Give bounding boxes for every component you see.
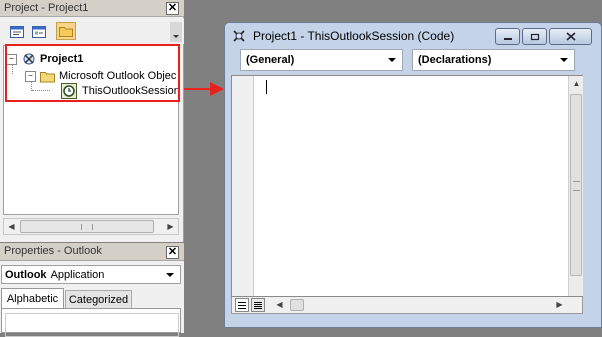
code-window: Project1 - ThisOutlookSession (Code) (Ge… [224,22,602,328]
close-icon[interactable]: ✕ [166,246,179,259]
procedure-combo[interactable]: (Declarations) [412,49,575,71]
procedure-view-button[interactable] [235,298,249,312]
view-code-button[interactable] [7,23,27,41]
view-object-icon [32,26,46,38]
procedure-combo-value: (Declarations) [418,54,492,66]
folder-icon [59,27,73,37]
chevron-down-icon[interactable] [388,58,396,62]
scroll-right-icon[interactable]: ▶ [163,219,178,234]
scroll-left-icon[interactable]: ◀ [272,297,287,312]
code-window-title: Project1 - ThisOutlookSession (Code) [253,29,455,43]
chevron-down-icon[interactable] [166,273,174,277]
scroll-up-icon[interactable]: ▲ [569,76,584,91]
project-explorer-panel: Project - Project1 ✕ − Project1 − Micros… [0,0,184,242]
chevron-down-icon[interactable] [560,58,568,62]
minimize-icon [503,37,512,40]
properties-panel: Properties - Outlook ✕ Outlook Applicati… [0,243,184,337]
object-combo-value: (General) [246,54,295,66]
arrow-icon [184,82,224,96]
object-selector[interactable]: Outlook Application [1,265,181,284]
code-editor[interactable]: ▲ [231,75,583,297]
code-window-titlebar: Project1 - ThisOutlookSession (Code) [231,27,454,45]
scroll-left-icon[interactable]: ◀ [4,219,19,234]
properties-grid [1,308,181,337]
project-panel-title-text: Project - Project1 [4,2,89,14]
text-cursor [266,80,267,94]
tab-alphabetic[interactable]: Alphabetic [1,288,64,308]
project-panel-title: Project - Project1 [0,0,184,17]
toggle-folders-button[interactable] [56,22,76,40]
code-bottom-bar: ◀ ▶ [231,297,583,314]
close-icon [565,32,576,41]
margin-indicator-bar [232,76,254,296]
hscroll-thumb[interactable] [290,299,304,311]
view-code-icon [10,26,24,38]
highlight-box [5,44,180,102]
properties-title-text: Properties - Outlook [4,245,102,257]
properties-panel-title: Properties - Outlook [0,243,184,261]
tab-categorized[interactable]: Categorized [65,290,132,308]
project-hscrollbar[interactable]: ◀ ▶ [3,218,179,235]
code-vscrollbar[interactable]: ▲ [568,76,583,296]
object-type: Application [50,268,105,281]
object-combo[interactable]: (General) [240,49,403,71]
view-object-button[interactable] [29,23,49,41]
toolbar-overflow[interactable] [170,22,182,42]
object-name: Outlook [5,268,47,281]
tab-label: Alphabetic [6,292,59,305]
maximize-icon [530,33,539,40]
maximize-button[interactable] [522,28,547,45]
close-icon[interactable]: ✕ [166,2,179,15]
code-window-icon [233,30,245,42]
project-toolbar [0,18,184,44]
tab-label: Categorized [68,293,129,306]
close-window-button[interactable] [549,28,592,45]
minimize-button[interactable] [495,28,520,45]
scroll-right-icon[interactable]: ▶ [552,297,567,312]
full-module-view-button[interactable] [251,298,265,312]
vscroll-thumb[interactable] [570,94,582,276]
scroll-thumb[interactable] [20,220,154,233]
